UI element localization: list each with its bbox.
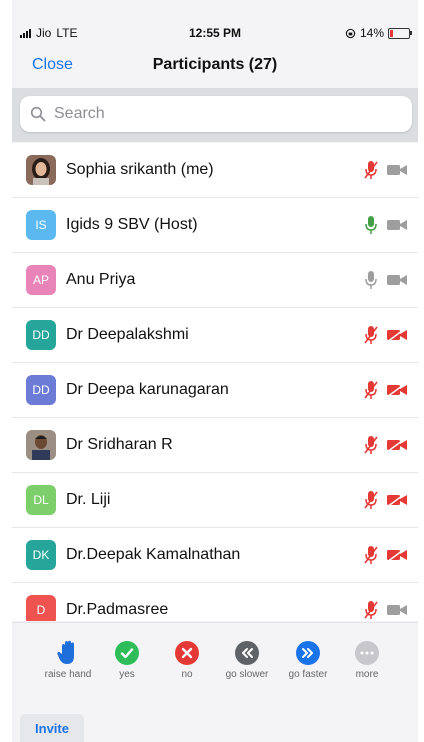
participants-screen: Jio LTE 12:55 PM 14% Close Participants …: [12, 0, 418, 742]
avatar: [26, 430, 56, 460]
mic-muted-icon: [364, 160, 378, 185]
reaction-raise-hand-button[interactable]: raise hand: [38, 640, 98, 680]
participant-row[interactable]: DD Dr Deepalakshmi: [12, 308, 418, 363]
avatar-initials: DD: [32, 383, 50, 397]
mic-icon: [364, 215, 378, 240]
reaction-yes-button[interactable]: yes: [97, 641, 157, 680]
participant-name: Dr.Deepak Kamalnathan: [66, 546, 241, 563]
avatar-initials: DK: [32, 548, 50, 562]
participant-name: Dr. Liji: [66, 491, 111, 508]
avatar: DK: [26, 540, 56, 570]
avatar-initials: DL: [33, 493, 49, 507]
participant-row[interactable]: IS Igids 9 SBV (Host): [12, 198, 418, 253]
participant-row[interactable]: DL Dr. Liji: [12, 473, 418, 528]
mic-muted-icon: [364, 490, 378, 515]
reaction-more-button[interactable]: more: [337, 641, 397, 680]
battery-percent: 14%: [359, 26, 384, 40]
participant-name: Sophia srikanth (me): [66, 161, 214, 178]
participant-name: Dr Sridharan R: [66, 436, 173, 453]
orientation-lock-icon: [345, 28, 356, 38]
avatar: [26, 155, 56, 185]
check-icon: [115, 641, 139, 665]
mic-icon: [364, 270, 378, 295]
video-icon: [386, 162, 408, 183]
video-icon: [386, 217, 408, 238]
avatar: DL: [26, 485, 56, 515]
mic-muted-icon: [364, 600, 378, 621]
mic-muted-icon: [364, 435, 378, 460]
participant-name: Igids 9 SBV (Host): [66, 216, 198, 233]
top-strip: [12, 0, 418, 20]
mic-muted-icon: [364, 325, 378, 350]
avatar: AP: [26, 265, 56, 295]
participant-row[interactable]: Sophia srikanth (me): [12, 143, 418, 198]
bottom-bar: Invite: [12, 692, 418, 742]
video-icon: [386, 602, 408, 621]
rewind-icon: [235, 641, 259, 665]
avatar: IS: [26, 210, 56, 240]
x-icon: [175, 641, 199, 665]
reaction-no-button[interactable]: no: [157, 641, 217, 680]
video-off-icon: [386, 492, 408, 513]
avatar-initials: IS: [35, 218, 47, 232]
video-off-icon: [386, 437, 408, 458]
avatar: D: [26, 595, 56, 621]
avatar: DD: [26, 375, 56, 405]
participant-row[interactable]: AP Anu Priya: [12, 253, 418, 308]
avatar: DD: [26, 320, 56, 350]
search-box[interactable]: [20, 96, 412, 132]
video-icon: [386, 272, 408, 293]
participant-row[interactable]: Dr Sridharan R: [12, 418, 418, 473]
participant-name: Dr.Padmasree: [66, 601, 169, 618]
avatar-initials: D: [36, 603, 46, 617]
battery-icon: [388, 27, 412, 39]
reaction-label: more: [355, 669, 379, 680]
reaction-go-faster-button[interactable]: go faster: [278, 641, 338, 680]
participant-row[interactable]: DD Dr Deepa karunagaran: [12, 363, 418, 418]
participant-list[interactable]: Sophia srikanth (me) IS Igids 9 SBV (Host)…: [12, 143, 418, 621]
raised-hand-icon: [56, 640, 80, 665]
page-title: Participants (27): [152, 56, 278, 73]
reaction-label: yes: [119, 669, 135, 680]
nav-bar: Close Participants (27): [12, 48, 418, 84]
video-off-icon: [386, 547, 408, 568]
reaction-label: no: [181, 669, 193, 680]
reaction-label: go slower: [225, 669, 269, 680]
participant-name: Dr Deepalakshmi: [66, 326, 189, 343]
avatar-initials: DD: [32, 328, 50, 342]
mic-muted-icon: [364, 380, 378, 405]
search-bar: [12, 88, 418, 142]
video-off-icon: [386, 327, 408, 348]
more-dots-icon: [355, 641, 379, 665]
video-off-icon: [386, 382, 408, 403]
participant-name: Dr Deepa karunagaran: [66, 381, 229, 398]
reaction-label: go faster: [288, 669, 328, 680]
fast-forward-icon: [296, 641, 320, 665]
search-icon: [30, 106, 46, 122]
mic-muted-icon: [364, 545, 378, 570]
status-bar: Jio LTE 12:55 PM 14%: [12, 22, 418, 44]
participant-name: Anu Priya: [66, 271, 136, 288]
reaction-label: raise hand: [44, 669, 92, 680]
participant-row[interactable]: DK Dr.Deepak Kamalnathan: [12, 528, 418, 583]
avatar-initials: AP: [32, 273, 49, 287]
invite-button[interactable]: Invite: [20, 714, 84, 742]
participant-row[interactable]: D Dr.Padmasree: [12, 583, 418, 621]
reactions-bar: raise hand yes no go slower go faster more: [12, 622, 418, 693]
search-input[interactable]: [52, 104, 356, 124]
reaction-go-slower-button[interactable]: go slower: [217, 641, 277, 680]
